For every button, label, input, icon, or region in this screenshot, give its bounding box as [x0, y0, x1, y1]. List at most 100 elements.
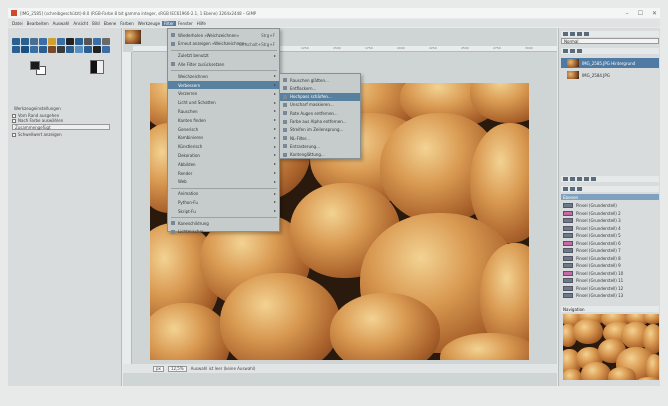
minimize-button[interactable]: –	[626, 10, 629, 17]
close-button[interactable]: ✕	[652, 10, 657, 17]
tool-icon[interactable]	[21, 38, 29, 45]
tool-icon[interactable]	[30, 46, 38, 53]
brush-row[interactable]: Pinsel (Grunderstell) 2	[561, 210, 659, 217]
brush-row[interactable]: Pinsel (Grunderstell)	[561, 202, 659, 209]
filter-menu-item[interactable]: Dekoration ▸	[168, 151, 279, 159]
submenu-item[interactable]: Entflackern...	[280, 84, 360, 92]
tool-icon[interactable]	[39, 46, 47, 53]
tool-icon[interactable]	[84, 38, 92, 45]
paths-tab-icon[interactable]	[577, 32, 582, 36]
filter-menu-item[interactable]: Lichtmischer	[168, 228, 279, 236]
menu-1[interactable]: Bearbeiten	[25, 21, 51, 26]
tool-icon[interactable]	[12, 46, 20, 53]
submenu-item[interactable]: Entrasterung...	[280, 142, 360, 150]
brush-row[interactable]: Pinsel (Grunderstell) 11	[561, 277, 659, 284]
delete-layer-icon[interactable]	[591, 177, 596, 181]
filter-menu-item[interactable]: Kombinieren ▸	[168, 134, 279, 142]
brushes-tab-icon[interactable]	[563, 187, 568, 191]
filter-menu-item[interactable]: Verbessern ▸	[168, 81, 279, 89]
lock-pixels-icon[interactable]	[563, 49, 568, 53]
lower-layer-icon[interactable]	[577, 177, 582, 181]
brush-row[interactable]: Pinsel (Grunderstell) 3	[561, 217, 659, 224]
gradients-tab-icon[interactable]	[577, 187, 582, 191]
undo-tab-icon[interactable]	[584, 32, 589, 36]
submenu-item[interactable]: Streifen im Zeilensprung...	[280, 126, 360, 134]
lock-alpha-icon[interactable]	[577, 49, 582, 53]
menu-0[interactable]: Datei	[10, 21, 25, 26]
submenu-item[interactable]: Rauschen glätten...	[280, 76, 360, 84]
filter-menu-item[interactable]: Kaneschildrung	[168, 219, 279, 227]
tool-icon[interactable]	[75, 46, 83, 53]
checkbox[interactable]	[12, 132, 16, 137]
menu-3[interactable]: Ansicht	[71, 21, 90, 26]
tool-icon[interactable]	[66, 46, 74, 53]
menu-2[interactable]: Auswahl	[51, 21, 72, 26]
menu-9[interactable]: Fenster	[176, 21, 195, 26]
filter-menu-item[interactable]: Rauschen ▸	[168, 107, 279, 115]
zoom-select[interactable]: 12,5%	[167, 365, 187, 372]
tool-icon[interactable]	[39, 38, 47, 45]
filter-menu-item[interactable]: Verzerren ▸	[168, 90, 279, 98]
sample-merged-select[interactable]: Zusammengefügt	[12, 124, 110, 130]
channels-tab-icon[interactable]	[570, 32, 575, 36]
tool-icon[interactable]	[21, 46, 29, 53]
layer-row[interactable]: IMG_2584.JPG	[561, 70, 659, 80]
tool-icon[interactable]	[84, 46, 92, 53]
checkbox[interactable]	[12, 113, 16, 118]
submenu-item[interactable]: NL-Filter...	[280, 134, 360, 142]
filter-menu-item[interactable]: Licht und Schatten ▸	[168, 99, 279, 107]
filter-menu-item[interactable]: Web ▸	[168, 178, 279, 186]
option-row[interactable]: Schwellwert anzeigen	[12, 132, 112, 137]
foreground-color-swatch[interactable]	[30, 61, 40, 70]
submenu-item[interactable]: Kantenglättung...	[280, 151, 360, 159]
tool-icon[interactable]	[48, 38, 56, 45]
filter-menu-item[interactable]: Künstlerisch ▸	[168, 143, 279, 151]
brush-row[interactable]: Pinsel (Grunderstell) 6	[561, 240, 659, 247]
navigation-preview[interactable]	[563, 314, 659, 380]
tool-icon[interactable]	[57, 46, 65, 53]
filter-menu-item[interactable]: Python-Fu ▸	[168, 198, 279, 206]
brush-row[interactable]: Pinsel (Grunderstell) 7	[561, 247, 659, 254]
menu-10[interactable]: Hilfe	[195, 21, 208, 26]
checkbox[interactable]	[12, 118, 16, 123]
tool-icon[interactable]	[93, 46, 101, 53]
filter-menu-item[interactable]: Alle Filter zurücksetzen	[168, 60, 279, 68]
filter-menu-item[interactable]: Generisch ▸	[168, 125, 279, 133]
vertical-ruler[interactable]	[123, 52, 132, 370]
option-row[interactable]: Nach Farbe auswählen	[12, 118, 112, 123]
tool-icon[interactable]	[66, 38, 74, 45]
layer-mode-select[interactable]: Normal	[561, 38, 659, 44]
new-layer-icon[interactable]	[563, 177, 568, 181]
tool-icon[interactable]	[102, 38, 110, 45]
layer-row[interactable]: IMG_2585.JPG Hintergrund	[561, 58, 659, 68]
tool-icon[interactable]	[12, 38, 20, 45]
submenu-item[interactable]: Farbe aus Alpha entfernen...	[280, 118, 360, 126]
menu-8[interactable]: Filter	[162, 20, 176, 26]
brush-row[interactable]: Pinsel (Grunderstell) 13	[561, 292, 659, 299]
maximize-button[interactable]: ☐	[638, 10, 643, 17]
filter-menu-item[interactable]: Abbilden ▸	[168, 160, 279, 168]
image-tab-thumbnail[interactable]	[125, 30, 141, 44]
brush-row[interactable]: Pinsel (Grunderstell) 10	[561, 270, 659, 277]
filter-menu-item[interactable]: Animation ▸	[168, 190, 279, 198]
submenu-item[interactable]: Rote Augen entfernen...	[280, 109, 360, 117]
tool-icon[interactable]	[75, 38, 83, 45]
menu-6[interactable]: Farben	[118, 21, 136, 26]
unit-select[interactable]: px	[153, 365, 164, 372]
submenu-item[interactable]: Unscharf maskieren...	[280, 101, 360, 109]
menu-4[interactable]: Bild	[90, 21, 102, 26]
lock-position-icon[interactable]	[570, 49, 575, 53]
tool-icon[interactable]	[57, 38, 65, 45]
duplicate-layer-icon[interactable]	[584, 177, 589, 181]
brush-row[interactable]: Pinsel (Grunderstell) 9	[561, 262, 659, 269]
patterns-tab-icon[interactable]	[570, 187, 575, 191]
brush-row[interactable]: Pinsel (Grunderstell) 5	[561, 232, 659, 239]
filter-menu-item[interactable]: Zuletzt benutzt ▸	[168, 52, 279, 60]
active-brush-preview[interactable]	[90, 60, 104, 74]
brush-row[interactable]: Pinsel (Grunderstell) 12	[561, 285, 659, 292]
filter-menu-item[interactable]: Weichzeichnen ▸	[168, 72, 279, 80]
filter-menu-item[interactable]: Skript-Fu ▸	[168, 207, 279, 215]
brush-row[interactable]: Pinsel (Grunderstell) 4	[561, 225, 659, 232]
filter-menu-item[interactable]: Kanten finden ▸	[168, 116, 279, 124]
filter-menu-item[interactable]: Wiederholen »Weichzeichnen« Strg+F	[168, 31, 279, 39]
